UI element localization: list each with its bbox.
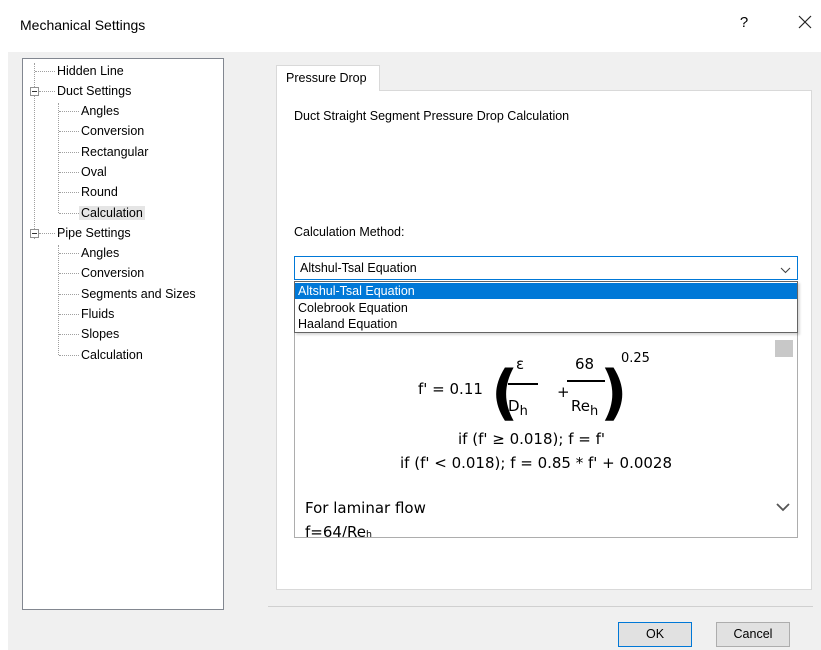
- tree-item-pipe-segments-sizes[interactable]: Segments and Sizes: [81, 285, 196, 303]
- laminar-heading: For laminar flow: [305, 499, 426, 517]
- window-border: [0, 52, 8, 650]
- calculation-method-label: Calculation Method:: [294, 225, 405, 239]
- tree-connector: [59, 355, 79, 356]
- chevron-down-icon[interactable]: [780, 264, 791, 274]
- tree-connector: [59, 192, 79, 193]
- tree-connector: [59, 314, 79, 315]
- help-button[interactable]: ?: [734, 14, 754, 31]
- formula-numerator-epsilon: ε: [516, 355, 525, 373]
- tree-item-pipe-conversion[interactable]: Conversion: [81, 264, 144, 282]
- tree-item-duct-rectangular[interactable]: Rectangular: [81, 143, 148, 161]
- tree-item-pipe-fluids[interactable]: Fluids: [81, 305, 114, 323]
- ok-button[interactable]: OK: [618, 622, 692, 647]
- tree-connector: [59, 213, 79, 214]
- cancel-button[interactable]: Cancel: [716, 622, 790, 647]
- close-icon[interactable]: [797, 14, 815, 32]
- tree-item-pipe-settings[interactable]: Pipe Settings: [57, 224, 131, 242]
- tree-connector: [58, 245, 59, 355]
- formula-condition-1: if (f' ≥ 0.018); f = f': [458, 430, 605, 448]
- tree-connector: [58, 103, 59, 213]
- option-colebrook[interactable]: Colebrook Equation: [295, 300, 797, 316]
- scrollbar-thumb[interactable]: [775, 340, 793, 357]
- tree-connector: [39, 91, 55, 92]
- combo-selected-value: Altshul-Tsal Equation: [300, 261, 417, 275]
- tree-connector: [59, 294, 79, 295]
- collapse-duct-settings-icon[interactable]: [30, 87, 39, 96]
- tree-connector: [59, 334, 79, 335]
- tree-connector: [59, 172, 79, 173]
- title-bar: Mechanical Settings ?: [0, 0, 821, 52]
- tree-item-pipe-angles[interactable]: Angles: [81, 244, 119, 262]
- tree-connector: [59, 111, 79, 112]
- tree-item-pipe-calculation[interactable]: Calculation: [81, 346, 143, 364]
- formula-close-paren: ): [600, 358, 628, 428]
- formula-scrollbar[interactable]: [769, 333, 797, 537]
- formula-exponent: 0.25: [621, 351, 650, 366]
- scroll-down-arrow-icon[interactable]: [775, 501, 791, 513]
- tree-item-duct-conversion[interactable]: Conversion: [81, 122, 144, 140]
- tree-item-pipe-slopes[interactable]: Slopes: [81, 325, 119, 343]
- tree-item-duct-calculation[interactable]: Calculation: [79, 204, 145, 222]
- calculation-method-select[interactable]: Altshul-Tsal Equation: [294, 256, 798, 280]
- formula-content: f' = 0.11 ( ε Dh + 68 Reh ) 0.25 if (f' …: [295, 333, 769, 538]
- tree-item-duct-oval[interactable]: Oval: [81, 163, 107, 181]
- panel-heading: Duct Straight Segment Pressure Drop Calc…: [294, 109, 570, 123]
- settings-tree[interactable]: Hidden Line Duct Settings Angles Convers…: [22, 58, 224, 610]
- tab-pressure-drop[interactable]: Pressure Drop: [276, 65, 380, 91]
- tree-connector: [59, 152, 79, 153]
- option-haaland[interactable]: Haaland Equation: [295, 316, 797, 332]
- tree-connector: [39, 233, 55, 234]
- tree-connector: [59, 131, 79, 132]
- tree-item-duct-settings[interactable]: Duct Settings: [57, 82, 131, 100]
- formula-lhs: f' = 0.11: [418, 380, 483, 398]
- collapse-pipe-settings-icon[interactable]: [30, 229, 39, 238]
- tree-item-duct-angles[interactable]: Angles: [81, 102, 119, 120]
- formula-denominator-re: Reh: [571, 397, 599, 419]
- formula-condition-2: if (f' < 0.018); f = 0.85 * f' + 0.0028: [400, 454, 673, 472]
- formula-numerator-68: 68: [575, 355, 595, 373]
- laminar-formula: f=64/Reₕ: [305, 523, 373, 538]
- formula-plus: +: [557, 383, 570, 401]
- tree-item-duct-round[interactable]: Round: [81, 183, 118, 201]
- option-altshul-tsal[interactable]: Altshul-Tsal Equation: [295, 283, 797, 299]
- formula-preview: f' = 0.11 ( ε Dh + 68 Reh ) 0.25 if (f' …: [294, 333, 798, 538]
- tree-item-hidden-line[interactable]: Hidden Line: [57, 62, 124, 80]
- formula-denominator-d: Dh: [508, 397, 528, 419]
- tree-connector: [35, 71, 55, 72]
- tree-connector: [59, 253, 79, 254]
- window-title: Mechanical Settings: [20, 17, 146, 33]
- button-separator: [268, 606, 813, 607]
- tree-connector: [59, 273, 79, 274]
- fraction-bar-1: [508, 383, 538, 385]
- calculation-method-dropdown[interactable]: Altshul-Tsal Equation Colebrook Equation…: [294, 281, 798, 333]
